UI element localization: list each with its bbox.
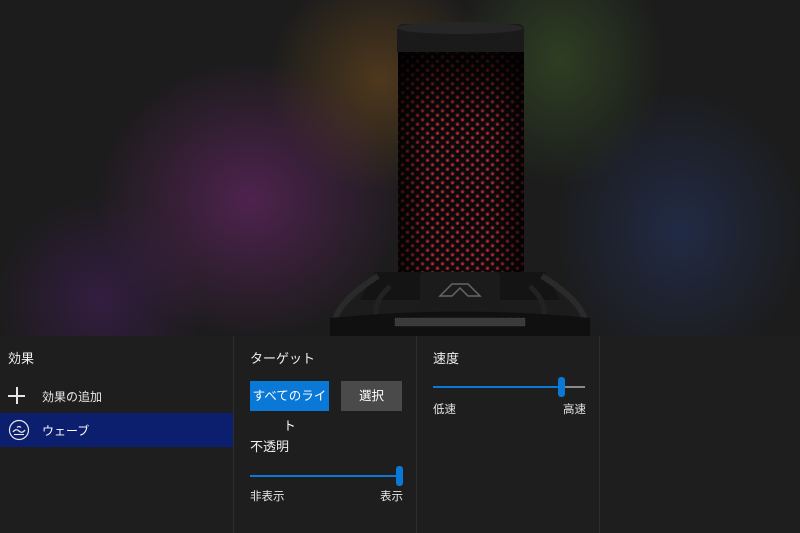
select-lights-button[interactable]: 選択 xyxy=(341,381,402,411)
opacity-slider[interactable] xyxy=(250,466,403,486)
effect-settings-panel: 効果 効果の追加 ウェーブ ターゲット すべてのライト 選択 不透明 非表示 表… xyxy=(0,336,800,533)
speed-slider-thumb[interactable] xyxy=(557,377,565,397)
speed-column: 速度 低速 高速 xyxy=(416,336,600,533)
speed-slider-fill xyxy=(433,386,561,388)
effects-column: 効果 効果の追加 ウェーブ xyxy=(0,336,233,533)
opacity-slider-fill xyxy=(250,475,399,477)
wave-icon xyxy=(8,419,30,441)
microphone-image xyxy=(330,22,590,336)
speed-slider[interactable] xyxy=(433,377,585,397)
empty-column xyxy=(599,336,800,533)
add-effect-button[interactable]: 効果の追加 xyxy=(0,378,233,412)
target-heading: ターゲット xyxy=(250,352,316,367)
target-column: ターゲット すべてのライト 選択 不透明 非表示 表示 xyxy=(233,336,417,533)
effects-heading: 効果 xyxy=(8,352,35,367)
speed-heading: 速度 xyxy=(433,352,460,367)
device-preview xyxy=(0,0,800,336)
effect-item-label: ウェーブ xyxy=(42,424,90,438)
opacity-slider-thumb[interactable] xyxy=(396,466,403,486)
add-effect-label: 効果の追加 xyxy=(42,390,103,404)
opacity-max-label: 表示 xyxy=(380,489,403,503)
all-lights-button[interactable]: すべてのライト xyxy=(250,381,329,433)
plus-icon xyxy=(8,387,25,404)
opacity-heading: 不透明 xyxy=(250,440,290,455)
speed-min-label: 低速 xyxy=(433,402,456,416)
speed-max-label: 高速 xyxy=(563,402,586,416)
opacity-min-label: 非表示 xyxy=(250,489,285,503)
effect-item-wave[interactable]: ウェーブ xyxy=(0,413,233,447)
